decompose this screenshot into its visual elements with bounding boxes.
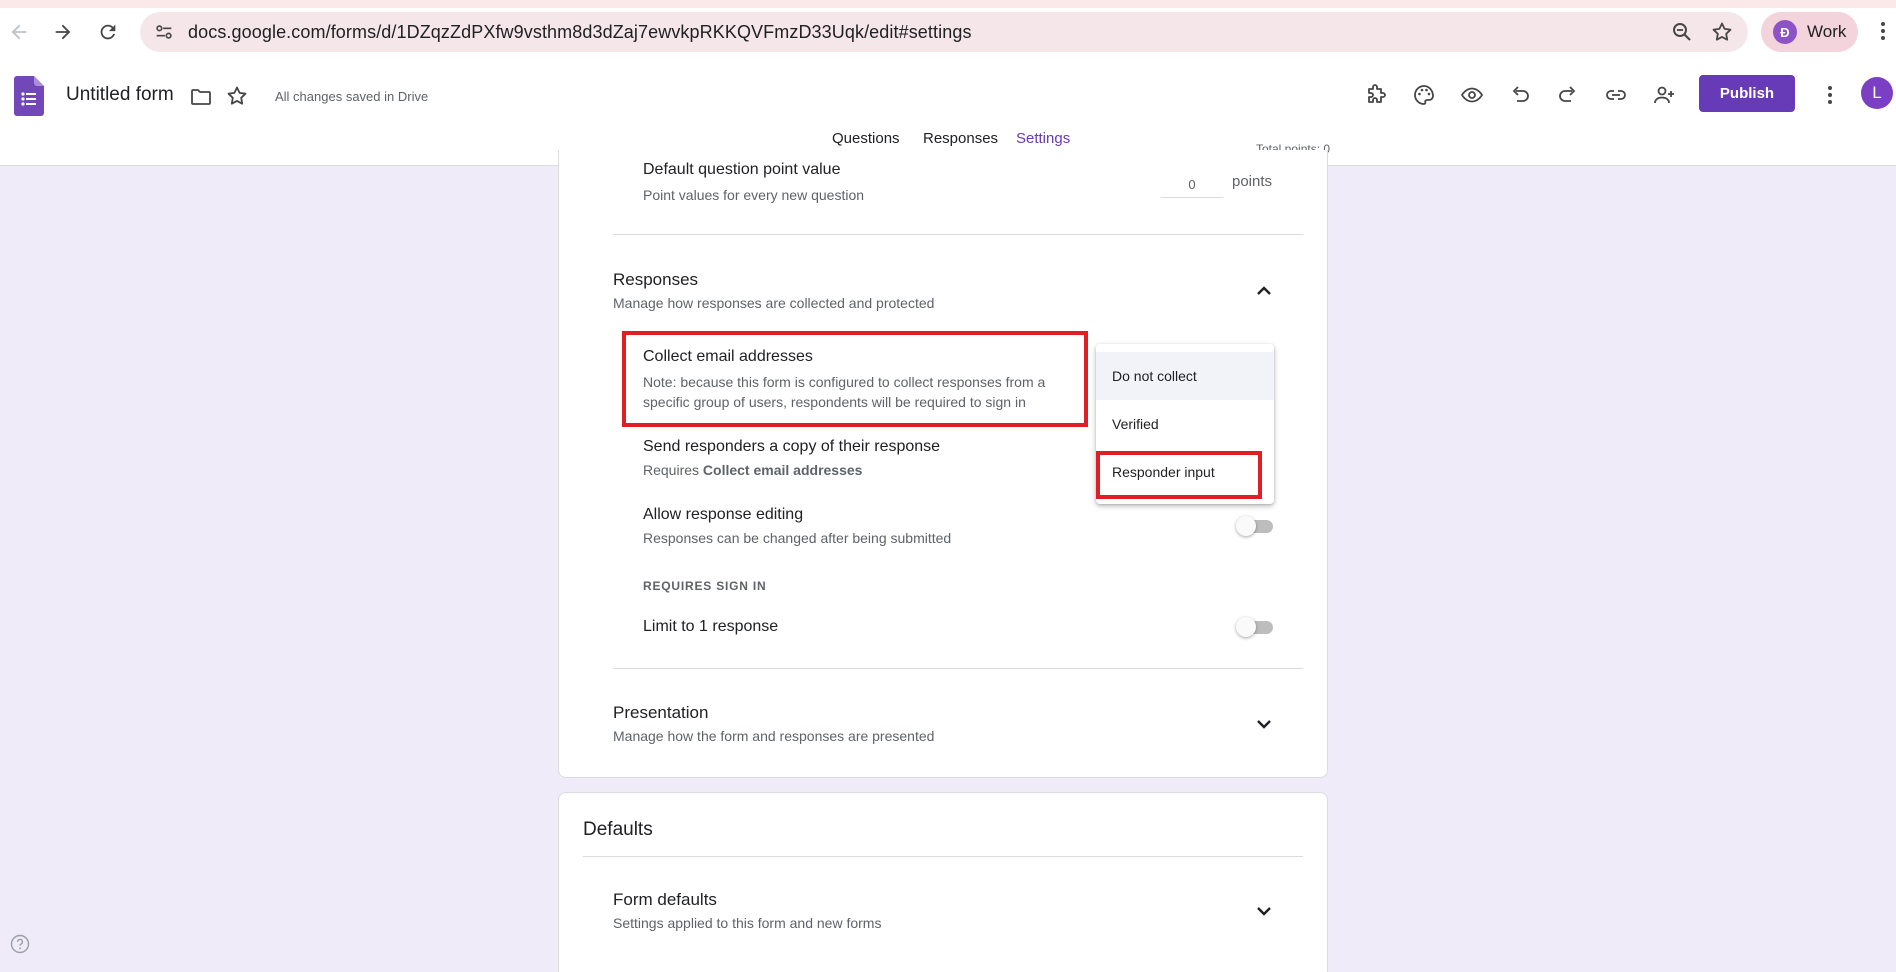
- responses-section-subtitle: Manage how responses are collected and p…: [613, 295, 935, 311]
- defaults-heading: Defaults: [583, 819, 653, 840]
- redo-icon: [1559, 86, 1576, 102]
- allow-editing-subtitle: Responses can be changed after being sub…: [643, 530, 952, 546]
- points-unit-label: points: [1232, 173, 1273, 190]
- puzzle-icon: [1368, 84, 1386, 103]
- responder-input-highlight: [1096, 451, 1262, 499]
- reload-icon: [100, 24, 116, 40]
- presentation-section-subtitle: Manage how the form and responses are pr…: [613, 728, 935, 744]
- tab-settings[interactable]: Settings: [1016, 130, 1070, 147]
- send-copy-requires: Requires Collect email addresses: [643, 462, 862, 478]
- option-do-not-collect[interactable]: Do not collect: [1096, 352, 1274, 400]
- default-points-subtitle: Point values for every new question: [643, 187, 865, 203]
- form-defaults-subtitle: Settings applied to this form and new fo…: [613, 915, 882, 931]
- limit-one-title: Limit to 1 response: [643, 618, 779, 635]
- collect-email-note-line2: specific group of users, respondents wil…: [643, 394, 1026, 410]
- site-settings-icon[interactable]: [153, 21, 175, 43]
- customize-theme-button[interactable]: [1410, 81, 1438, 109]
- url-path: /forms/d/1DZqzZdPXfw9vsthm8d3dZaj7ewvkpR…: [325, 22, 972, 42]
- preview-button[interactable]: [1458, 81, 1486, 109]
- presentation-section-title[interactable]: Presentation: [613, 703, 708, 723]
- redo-button[interactable]: [1554, 81, 1582, 109]
- section-divider: [613, 234, 1303, 235]
- responses-section-title[interactable]: Responses: [613, 270, 698, 290]
- zoom-icon[interactable]: [1670, 20, 1694, 44]
- help-icon[interactable]: [10, 934, 30, 954]
- option-verified[interactable]: Verified: [1096, 400, 1274, 448]
- url-text[interactable]: docs.google.com/forms/d/1DZqzZdPXfw9vsth…: [188, 22, 972, 43]
- back-button[interactable]: [4, 17, 34, 47]
- move-to-folder-icon[interactable]: [189, 85, 213, 109]
- eye-icon: [1460, 87, 1484, 103]
- palette-icon: [1414, 85, 1434, 105]
- copy-link-button[interactable]: [1602, 81, 1630, 109]
- google-forms-logo-icon[interactable]: [14, 76, 44, 116]
- chevron-down-icon[interactable]: [1252, 899, 1276, 923]
- form-defaults-title[interactable]: Form defaults: [613, 890, 717, 910]
- section-divider: [613, 668, 1303, 669]
- send-copy-title: Send responders a copy of their response: [643, 438, 941, 455]
- undo-button[interactable]: [1506, 81, 1534, 109]
- toggle-thumb: [1236, 617, 1256, 637]
- arrow-forward-icon: [55, 24, 71, 40]
- url-host: docs.google.com: [188, 22, 326, 42]
- collect-email-title: Collect email addresses: [643, 348, 813, 365]
- link-icon: [1606, 90, 1626, 100]
- section-divider: [583, 856, 1303, 857]
- allow-editing-title: Allow response editing: [643, 506, 804, 523]
- default-points-title: Default question point value: [643, 161, 841, 178]
- tab-questions[interactable]: Questions: [832, 130, 900, 147]
- add-ons-button[interactable]: [1362, 81, 1390, 109]
- add-collaborators-button[interactable]: [1650, 81, 1678, 109]
- more-options-icon[interactable]: [1820, 81, 1840, 109]
- browser-toolbar: docs.google.com/forms/d/1DZqzZdPXfw9vsth…: [0, 0, 1896, 62]
- profile-label: Work: [1807, 22, 1847, 41]
- allow-editing-toggle[interactable]: [1236, 516, 1274, 536]
- arrow-back-icon: [11, 24, 27, 40]
- browser-menu-icon[interactable]: [1874, 18, 1892, 44]
- profile-avatar: Đ: [1773, 20, 1797, 44]
- toggle-thumb: [1236, 516, 1256, 536]
- requires-link: Collect email addresses: [702, 462, 863, 478]
- reload-button[interactable]: [93, 17, 123, 47]
- tab-responses[interactable]: Responses: [923, 130, 998, 147]
- star-icon[interactable]: [225, 84, 249, 108]
- bookmark-star-icon[interactable]: [1710, 20, 1734, 44]
- address-bar[interactable]: docs.google.com/forms/d/1DZqzZdPXfw9vsth…: [140, 12, 1748, 52]
- collect-email-note-line1: Note: because this form is configured to…: [643, 374, 1046, 390]
- account-avatar[interactable]: L: [1861, 77, 1893, 109]
- default-points-input[interactable]: 0: [1161, 172, 1223, 198]
- requires-sign-in-label: REQUIRES SIGN IN: [643, 579, 767, 593]
- save-status: All changes saved in Drive: [275, 89, 429, 104]
- chevron-down-icon[interactable]: [1252, 712, 1276, 736]
- chevron-up-icon[interactable]: [1252, 279, 1276, 303]
- profile-button[interactable]: Đ Work: [1761, 12, 1858, 52]
- undo-icon: [1512, 86, 1529, 102]
- publish-button[interactable]: Publish: [1699, 75, 1795, 112]
- limit-one-toggle[interactable]: [1236, 617, 1274, 637]
- defaults-card: [558, 792, 1328, 972]
- form-title[interactable]: Untitled form: [66, 84, 174, 106]
- requires-prefix: Requires: [643, 462, 703, 478]
- person-add-icon: [1654, 86, 1674, 104]
- forward-button[interactable]: [48, 17, 78, 47]
- tab-strip-edge: [0, 0, 1896, 8]
